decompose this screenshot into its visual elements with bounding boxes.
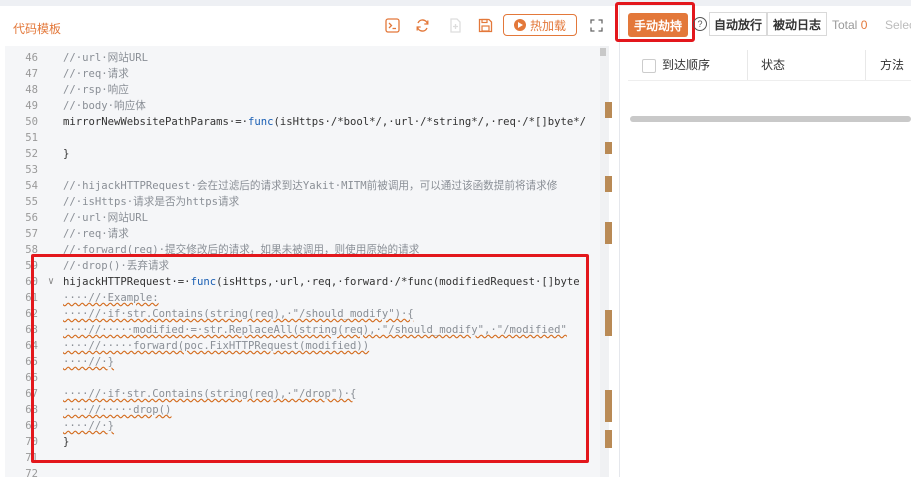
line-number: 54	[25, 180, 38, 192]
code-text: //·hijackHTTPRequest·会在过滤后的请求到达Yakit·MIT…	[63, 180, 558, 192]
code-line[interactable]: 57 //·req·请求	[5, 226, 608, 242]
overview-marker	[605, 310, 612, 336]
select-all-checkbox[interactable]	[642, 59, 656, 73]
refresh-icon[interactable]	[415, 18, 431, 34]
code-line[interactable]: 49 //·body·响应体	[5, 98, 608, 114]
line-number: 53	[25, 164, 38, 176]
total-counter: Total 0	[832, 18, 867, 32]
table-horizontal-scrollbar[interactable]	[630, 116, 911, 122]
hot-load-button[interactable]: 热加载	[503, 14, 577, 36]
line-number: 46	[25, 52, 38, 64]
line-number: 56	[25, 212, 38, 224]
select-dropdown[interactable]: Selec	[885, 18, 911, 32]
line-number: 49	[25, 100, 38, 112]
terminal-icon[interactable]	[385, 18, 401, 34]
code-line[interactable]: 55 //·isHttps·请求是否为https请求	[5, 194, 608, 210]
overview-marker	[605, 176, 612, 192]
code-line[interactable]: 46 //·url·网站URL	[5, 50, 608, 66]
code-text: //·url·网站URL	[63, 52, 148, 64]
code-line[interactable]: 53	[5, 162, 608, 178]
line-number: 51	[25, 132, 38, 144]
highlight-box-hijack-function	[31, 254, 589, 463]
manual-hijack-button[interactable]: 手动劫持	[628, 13, 688, 37]
column-arrival-order[interactable]: 到达顺序	[662, 50, 710, 80]
code-line[interactable]: 50 mirrorNewWebsitePathParams·=·func(isHt…	[5, 114, 608, 130]
overview-marker	[605, 142, 612, 154]
top-strip	[0, 0, 911, 6]
play-circle-icon	[513, 19, 526, 31]
save-icon[interactable]	[478, 18, 494, 34]
overview-marker	[605, 430, 612, 448]
hot-load-label: 热加载	[529, 18, 566, 33]
file-add-icon[interactable]	[448, 18, 464, 34]
column-method[interactable]: 方法	[880, 50, 904, 80]
passive-log-tab[interactable]: 被动日志	[767, 12, 827, 36]
line-number: 47	[25, 68, 38, 80]
total-count: 0	[860, 18, 868, 32]
help-icon[interactable]: ?	[693, 17, 707, 31]
code-line[interactable]: 56 //·url·网站URL	[5, 210, 608, 226]
code-line[interactable]: 47 //·req·请求	[5, 66, 608, 82]
line-number: 55	[25, 196, 38, 208]
code-line[interactable]: 48 //·rsp·响应	[5, 82, 608, 98]
column-divider	[865, 50, 866, 80]
code-line[interactable]: 51	[5, 130, 608, 146]
column-status[interactable]: 状态	[761, 50, 785, 80]
code-line[interactable]: 72	[5, 466, 608, 477]
code-text: //·url·网站URL	[63, 212, 148, 224]
code-text: //·isHttps·请求是否为https请求	[63, 196, 240, 208]
overview-marker	[605, 102, 612, 118]
column-divider	[747, 50, 748, 80]
code-text: //·req·请求	[63, 228, 129, 240]
total-label: Total	[832, 18, 858, 32]
code-text: //·body·响应体	[63, 100, 146, 112]
line-number: 52	[25, 148, 38, 160]
overview-marker	[605, 222, 612, 244]
request-table-header: 到达顺序 状态 方法	[628, 50, 911, 81]
code-text: //·req·请求	[63, 68, 129, 80]
line-number: 72	[25, 468, 38, 477]
line-number: 57	[25, 228, 38, 240]
fullscreen-icon[interactable]	[590, 19, 603, 35]
line-number: 50	[25, 116, 38, 128]
overview-marker	[605, 390, 612, 422]
line-number: 48	[25, 84, 38, 96]
code-line[interactable]: 54 //·hijackHTTPRequest·会在过滤后的请求到达Yakit·M…	[5, 178, 608, 194]
code-text: }	[63, 148, 70, 160]
code-line[interactable]: 52}	[5, 146, 608, 162]
code-template-link[interactable]: 代码模板	[13, 20, 61, 37]
auto-release-tab[interactable]: 自动放行	[709, 12, 767, 36]
panel-divider[interactable]	[619, 0, 620, 477]
code-text: mirrorNewWebsitePathParams·=·func(isHttp…	[63, 116, 587, 128]
code-text: //·rsp·响应	[63, 84, 129, 96]
editor-scroll-thumb[interactable]	[600, 48, 606, 56]
